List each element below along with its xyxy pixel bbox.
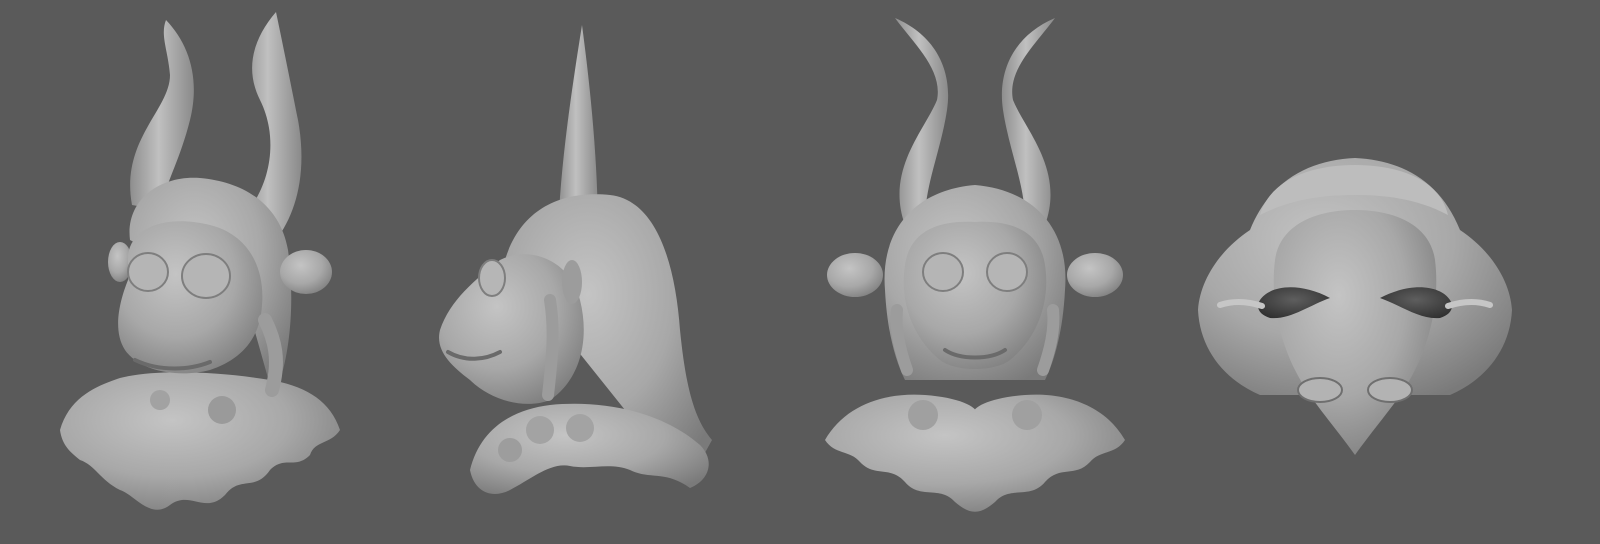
side-eye [478,259,506,297]
collar-bead [208,396,236,424]
front-left-eye [922,252,964,292]
side-ear [562,260,582,304]
front-render [825,18,1125,512]
side-face [439,254,584,404]
front-collar [825,394,1125,512]
top-head [1273,210,1437,455]
side-render [439,25,712,494]
right-eye [181,253,231,299]
right-ear [280,250,332,294]
front-right-ear [1067,253,1123,297]
three-quarter-render [60,12,340,510]
model-view-front [815,0,1135,544]
face [118,221,263,374]
model-view-top [1190,0,1520,544]
side-braid [542,294,559,401]
top-right-eye [1367,377,1413,403]
front-left-ear [827,253,883,297]
top-left-eye [1297,377,1343,403]
top-render [1198,158,1512,455]
model-view-side [430,0,730,544]
render-viewport [0,0,1600,544]
left-eye [127,252,169,292]
fur-collar [60,372,340,510]
model-view-three-quarter [40,0,340,544]
front-right-eye [986,252,1028,292]
